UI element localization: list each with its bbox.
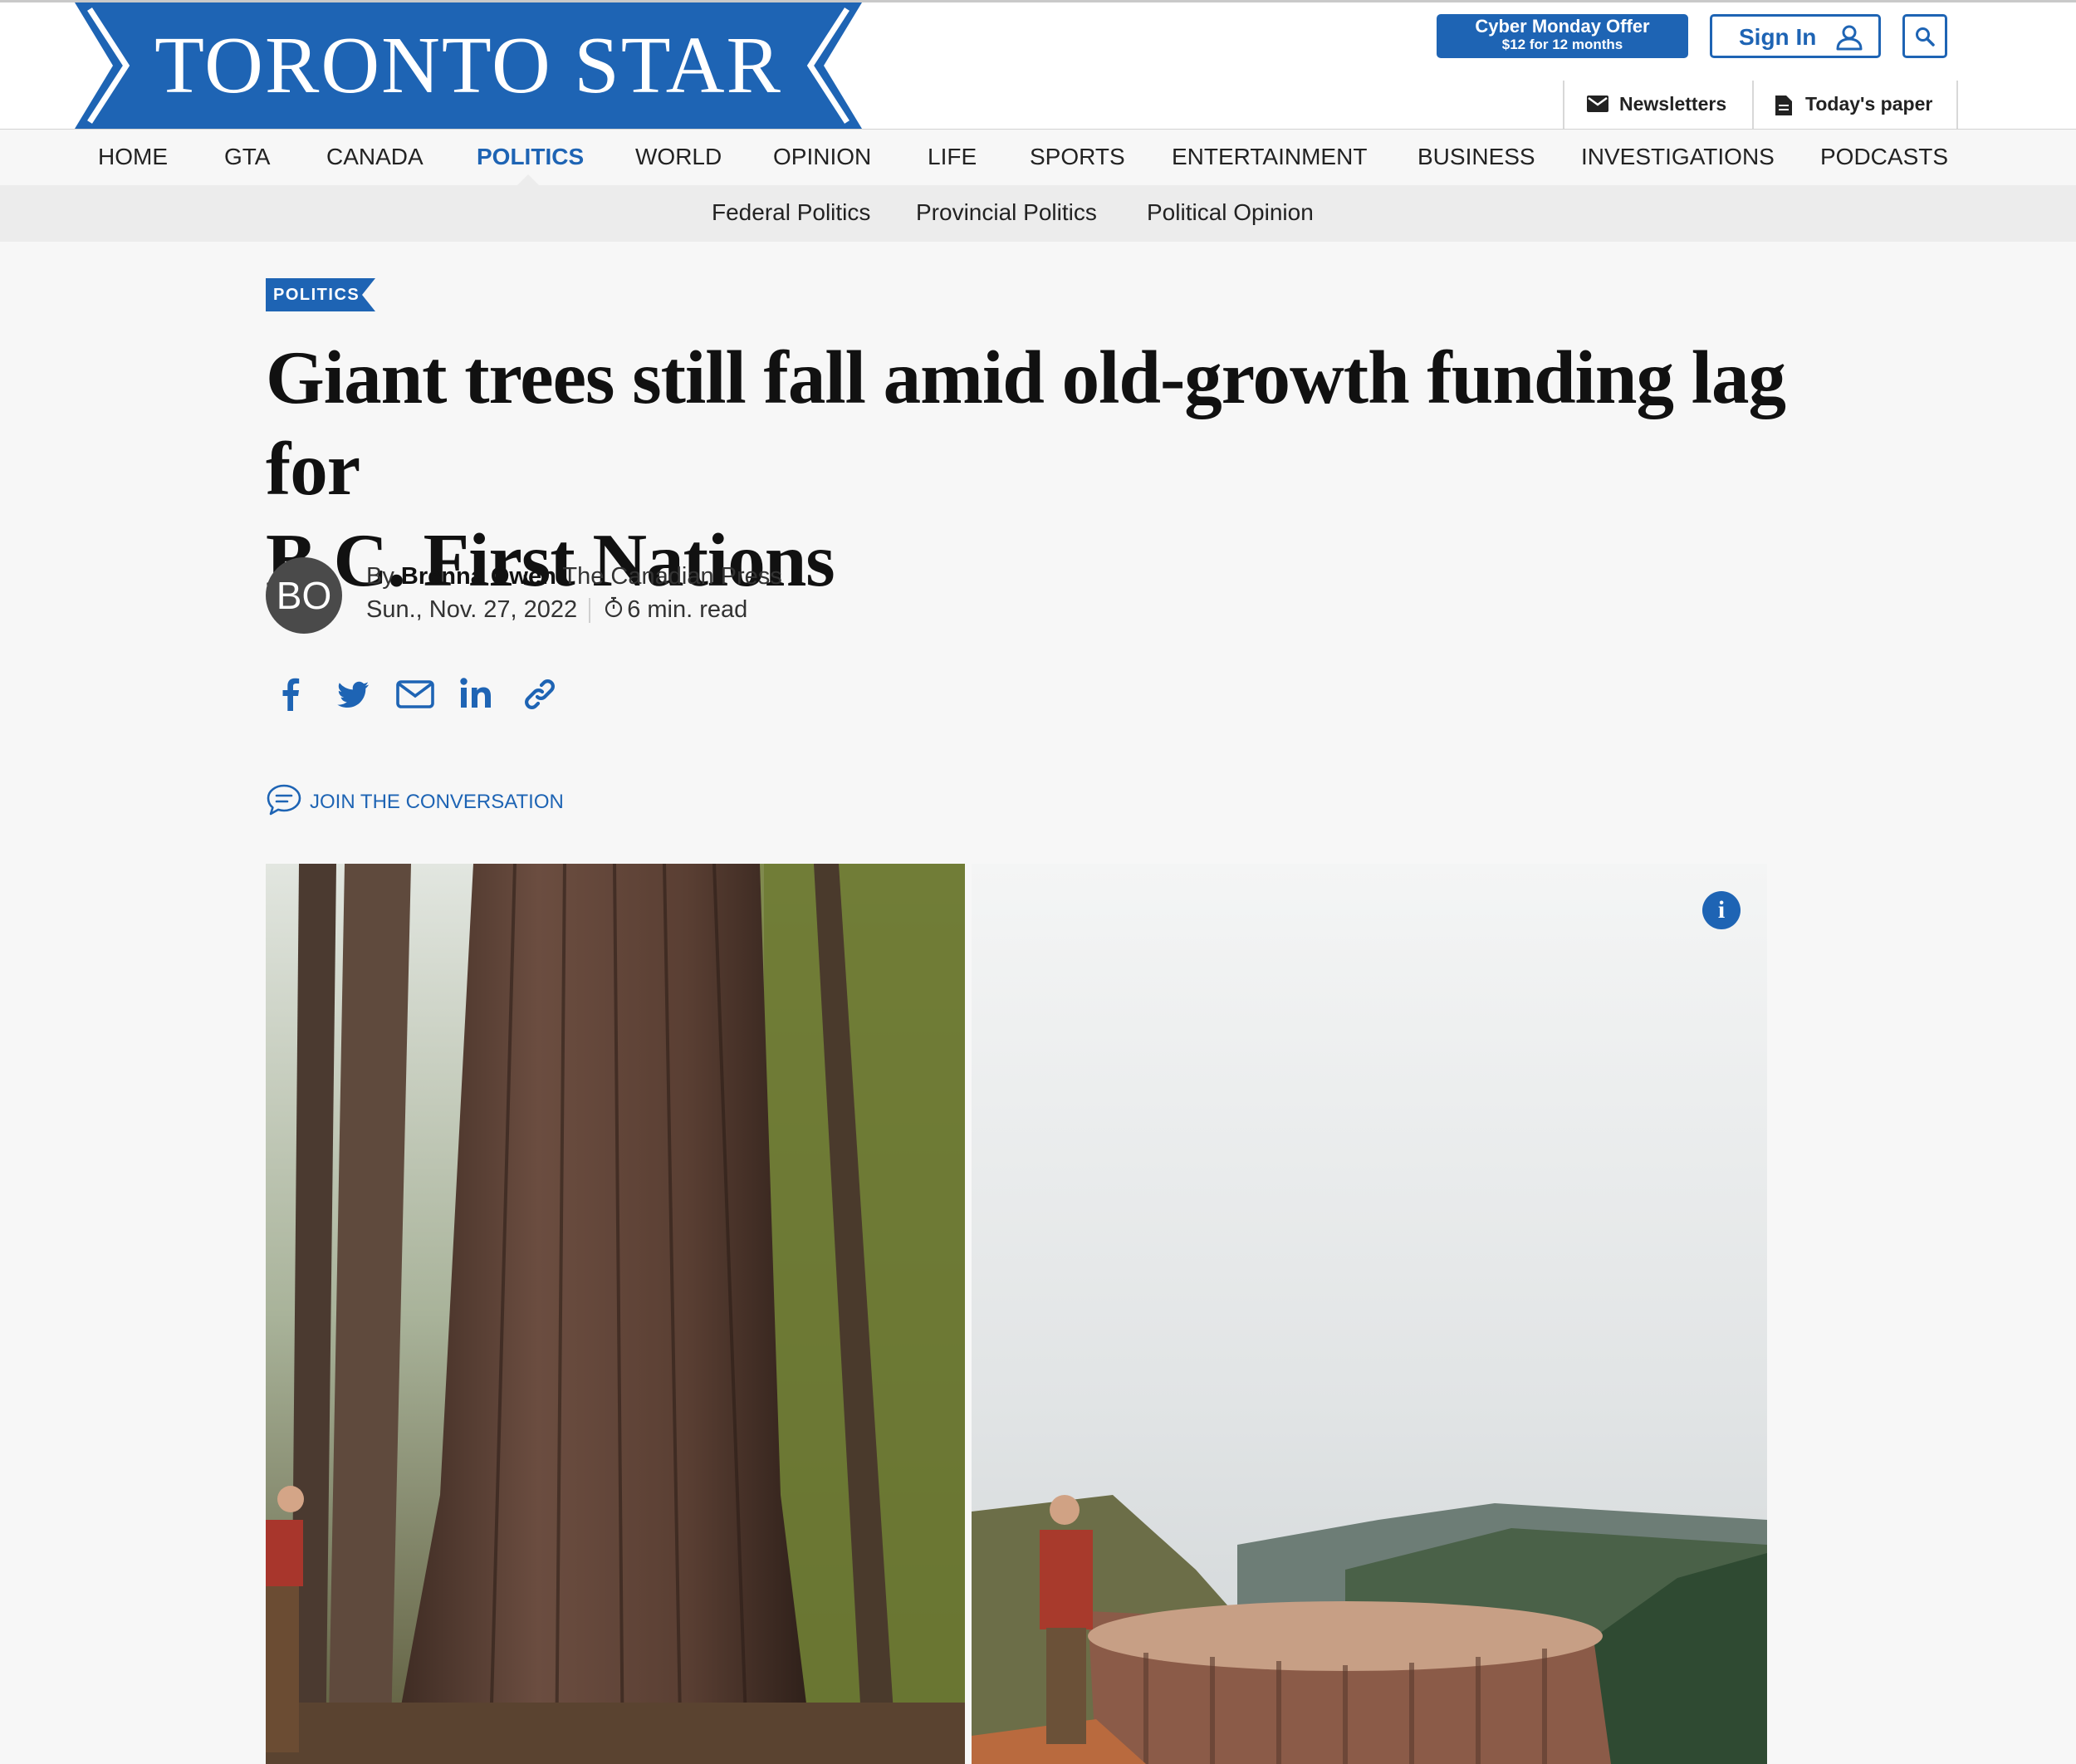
linkedin-icon — [460, 678, 491, 708]
dateline: Sun., Nov. 27, 2022 6 min. read — [366, 596, 747, 625]
byline: By Brenna Owen The Canadian Press — [366, 563, 782, 590]
nav-politics[interactable]: POLITICS — [477, 144, 584, 170]
photo-info-button[interactable]: i — [1702, 891, 1741, 929]
twitter-icon — [337, 681, 369, 708]
sign-in-button[interactable]: Sign In — [1710, 14, 1881, 58]
nav-entertainment[interactable]: ENTERTAINMENT — [1172, 144, 1367, 170]
subnav-political-opinion[interactable]: Political Opinion — [1147, 199, 1314, 226]
lead-photo[interactable] — [266, 864, 1767, 1764]
read-time: 6 min. read — [627, 596, 748, 623]
utility-links: Newsletters Today's paper — [1563, 81, 1958, 129]
subscribe-offer-button[interactable]: Cyber Monday Offer $12 for 12 months — [1437, 14, 1688, 58]
search-icon — [1914, 26, 1936, 51]
copy-link-button[interactable] — [517, 671, 563, 718]
nav-business[interactable]: BUSINESS — [1417, 144, 1535, 170]
nav-life[interactable]: LIFE — [928, 144, 977, 170]
info-icon: i — [1717, 896, 1726, 924]
offer-title: Cyber Monday Offer — [1475, 16, 1650, 37]
subnav-provincial-politics[interactable]: Provincial Politics — [916, 199, 1097, 226]
comment-icon — [266, 782, 302, 821]
stopwatch-icon — [604, 596, 624, 625]
nav-investigations[interactable]: INVESTIGATIONS — [1581, 144, 1775, 170]
author-name[interactable]: Brenna Owen — [401, 563, 556, 590]
user-icon — [1835, 23, 1863, 57]
sign-in-label: Sign In — [1739, 24, 1817, 50]
nav-podcasts[interactable]: PODCASTS — [1820, 144, 1948, 170]
search-button[interactable] — [1902, 14, 1947, 58]
join-conversation-label: JOIN THE CONVERSATION — [310, 791, 564, 813]
share-facebook-button[interactable] — [267, 671, 314, 718]
utility-divider — [1752, 81, 1754, 129]
share-email-button[interactable] — [392, 671, 438, 718]
author-avatar[interactable]: BO — [266, 557, 342, 634]
document-icon — [1774, 94, 1794, 122]
envelope-icon — [1586, 94, 1609, 119]
nav-world[interactable]: WORLD — [635, 144, 722, 170]
offer-subtitle: $12 for 12 months — [1501, 37, 1623, 52]
sub-nav: Federal Politics Provincial Politics Pol… — [0, 185, 2076, 242]
todays-paper-label: Today's paper — [1805, 93, 1933, 115]
share-twitter-button[interactable] — [330, 671, 376, 718]
section-tag-label: POLITICS — [273, 286, 360, 304]
link-icon — [525, 679, 555, 709]
outlet-name: The Canadian Press — [562, 563, 782, 590]
lead-photo-image — [266, 864, 1767, 1764]
nav-sports[interactable]: SPORTS — [1030, 144, 1125, 170]
facebook-icon — [282, 678, 300, 711]
site-logo[interactable]: TORONTO STAR — [75, 2, 862, 129]
active-nav-indicator — [517, 174, 540, 186]
main-nav: HOME GTA CANADA POLITICS WORLD OPINION L… — [0, 129, 2076, 186]
nav-gta[interactable]: GTA — [224, 144, 270, 170]
byline-prefix: By — [366, 563, 394, 590]
newsletters-label: Newsletters — [1619, 93, 1727, 115]
nav-home[interactable]: HOME — [98, 144, 168, 170]
publish-date: Sun., Nov. 27, 2022 — [366, 596, 578, 623]
share-linkedin-button[interactable] — [454, 671, 501, 718]
headline-line-1: Giant trees still fall amid old-growth f… — [266, 336, 1786, 511]
dateline-divider — [589, 598, 591, 624]
email-icon — [396, 680, 434, 708]
logo-wordmark: TORONTO STAR — [154, 21, 782, 110]
nav-opinion[interactable]: OPINION — [773, 144, 871, 170]
subnav-federal-politics[interactable]: Federal Politics — [712, 199, 870, 226]
nav-canada[interactable]: CANADA — [326, 144, 424, 170]
